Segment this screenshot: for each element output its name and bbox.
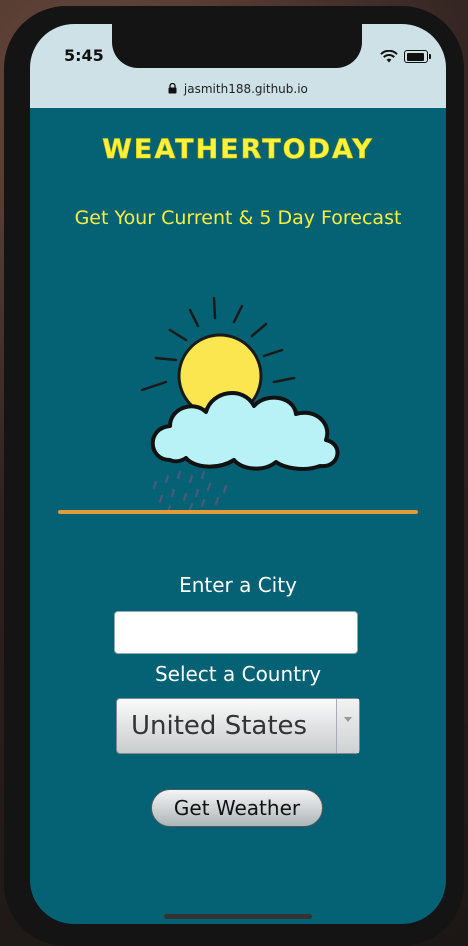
country-select-value: United States <box>131 711 308 741</box>
battery-icon <box>404 50 431 63</box>
dropdown-arrow-button[interactable] <box>336 699 359 753</box>
status-bar: 5:45 jasmith188.github.io <box>30 24 446 108</box>
city-input[interactable] <box>114 611 358 654</box>
url-bar[interactable]: jasmith188.github.io <box>30 82 446 96</box>
url-text: jasmith188.github.io <box>183 82 308 96</box>
get-weather-button[interactable]: Get Weather <box>151 789 323 827</box>
home-indicator <box>164 914 312 919</box>
app-subtitle: Get Your Current & 5 Day Forecast <box>74 207 402 229</box>
lock-icon <box>168 83 177 94</box>
chevron-down-icon <box>344 717 352 722</box>
wifi-icon <box>380 50 398 63</box>
city-label: Enter a City <box>179 573 297 597</box>
section-divider <box>58 510 418 514</box>
app-title: WeatherToday <box>102 134 374 166</box>
sun-cloud-rain-illustration <box>140 296 340 512</box>
country-label: Select a Country <box>154 662 322 686</box>
country-select[interactable]: United States <box>116 698 360 754</box>
phone-screen: 5:45 jasmith188.github.io WeatherToday G… <box>30 24 446 924</box>
notch <box>112 24 362 68</box>
status-time: 5:45 <box>64 46 104 65</box>
